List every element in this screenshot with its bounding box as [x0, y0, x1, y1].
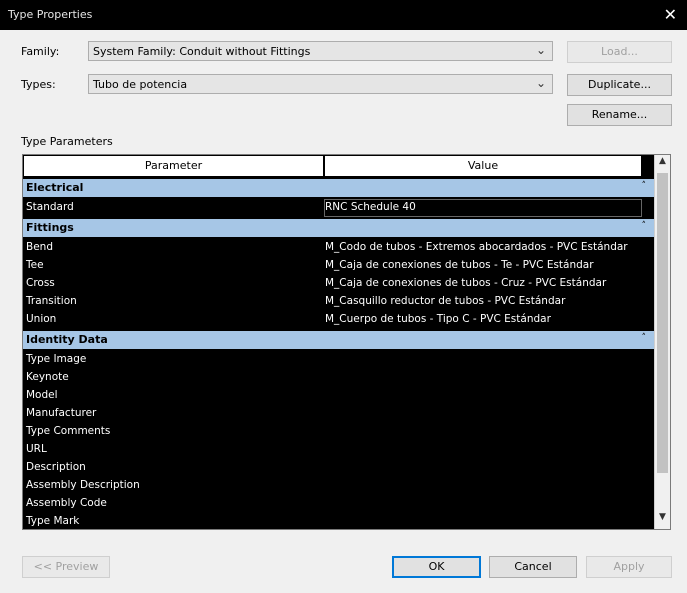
parameter-name: Manufacturer	[26, 407, 97, 419]
vertical-scrollbar[interactable]: ▲ ▼	[654, 155, 670, 529]
scroll-up-icon[interactable]: ▲	[655, 156, 670, 172]
types-dropdown[interactable]: Tubo de potencia ⌄	[88, 74, 553, 94]
parameter-value[interactable]: RNC Schedule 40	[325, 201, 416, 213]
table-row[interactable]: Bend M_Codo de tubos - Extremos abocardad…	[23, 239, 654, 257]
parameter-name: URL	[26, 443, 47, 455]
parameter-value[interactable]: M_Caja de conexiones de tubos - Cruz - P…	[325, 277, 606, 289]
header-spacer	[642, 155, 654, 177]
group-header-identity-data[interactable]: Identity Data ˄	[23, 331, 654, 349]
table-row[interactable]: Tee M_Caja de conexiones de tubos - Te - …	[23, 257, 654, 275]
parameter-name: Transition	[26, 295, 77, 307]
chevron-down-icon: ⌄	[535, 43, 546, 57]
table-row[interactable]: Cross M_Caja de conexiones de tubos - Cru…	[23, 275, 654, 293]
group-header-electrical[interactable]: Electrical ˄	[23, 179, 654, 197]
family-label: Family:	[21, 45, 60, 58]
parameter-name: Type Image	[26, 353, 87, 365]
types-label: Types:	[21, 78, 56, 91]
collapse-icon[interactable]: ˄	[642, 181, 647, 191]
table-row[interactable]: Assembly Description	[23, 477, 654, 495]
table-row[interactable]: Model	[23, 387, 654, 405]
load-button[interactable]: Load...	[567, 41, 672, 63]
group-name: Identity Data	[26, 333, 108, 346]
close-icon[interactable]: ✕	[664, 5, 677, 24]
group-name: Fittings	[26, 221, 74, 234]
table-row[interactable]: URL	[23, 441, 654, 459]
table-row[interactable]: Keynote	[23, 369, 654, 387]
type-parameters-grid[interactable]: Parameter Value Electrical ˄ Standard RNC S…	[22, 154, 671, 530]
parameter-name: Type Comments	[26, 425, 111, 437]
header-parameter[interactable]: Parameter	[23, 155, 324, 177]
parameter-name: Assembly Description	[26, 479, 140, 491]
scrollbar-thumb[interactable]	[657, 173, 668, 473]
group-name: Electrical	[26, 181, 84, 194]
ok-button[interactable]: OK	[392, 556, 481, 578]
parameter-name: Union	[26, 313, 57, 325]
family-dropdown[interactable]: System Family: Conduit without Fittings …	[88, 41, 553, 61]
table-row[interactable]: Type Comments	[23, 423, 654, 441]
parameter-name: Keynote	[26, 371, 69, 383]
table-row[interactable]: Manufacturer	[23, 405, 654, 423]
table-row[interactable]: Standard RNC Schedule 40	[23, 199, 654, 217]
parameter-name: Standard	[26, 201, 74, 213]
grid-content: Parameter Value Electrical ˄ Standard RNC S…	[23, 155, 654, 529]
parameter-name: Assembly Code	[26, 497, 107, 509]
cancel-button[interactable]: Cancel	[489, 556, 577, 578]
table-row[interactable]: Union M_Cuerpo de tubos - Tipo C - PVC Es…	[23, 311, 654, 329]
parameter-name: Bend	[26, 241, 53, 253]
table-row[interactable]: Type Mark	[23, 513, 654, 529]
title-bar: Type Properties ✕	[0, 0, 687, 30]
rename-button[interactable]: Rename...	[567, 104, 672, 126]
duplicate-button[interactable]: Duplicate...	[567, 74, 672, 96]
parameter-name: Cross	[26, 277, 55, 289]
family-value: System Family: Conduit without Fittings	[93, 45, 311, 58]
parameter-name: Description	[26, 461, 86, 473]
type-parameters-label: Type Parameters	[21, 135, 113, 148]
parameter-name: Model	[26, 389, 58, 401]
collapse-icon[interactable]: ˄	[642, 333, 647, 343]
table-row[interactable]: Type Image	[23, 351, 654, 369]
group-header-fittings[interactable]: Fittings ˄	[23, 219, 654, 237]
chevron-down-icon: ⌄	[535, 76, 546, 90]
parameter-name: Tee	[26, 259, 44, 271]
table-row[interactable]: Transition M_Casquillo reductor de tubos …	[23, 293, 654, 311]
table-row[interactable]: Assembly Code	[23, 495, 654, 513]
types-value: Tubo de potencia	[93, 78, 188, 91]
window-title: Type Properties	[8, 8, 93, 21]
header-value[interactable]: Value	[324, 155, 642, 177]
scroll-down-icon[interactable]: ▼	[655, 512, 670, 528]
table-row[interactable]: Description	[23, 459, 654, 477]
preview-button[interactable]: << Preview	[22, 556, 110, 578]
parameter-value[interactable]: M_Cuerpo de tubos - Tipo C - PVC Estánda…	[325, 313, 551, 325]
parameter-name: Type Mark	[26, 515, 80, 527]
parameter-value[interactable]: M_Casquillo reductor de tubos - PVC Está…	[325, 295, 565, 307]
apply-button[interactable]: Apply	[586, 556, 672, 578]
collapse-icon[interactable]: ˄	[642, 221, 647, 231]
parameter-value[interactable]: M_Codo de tubos - Extremos abocardados -…	[325, 241, 628, 253]
parameter-value[interactable]: M_Caja de conexiones de tubos - Te - PVC…	[325, 259, 594, 271]
